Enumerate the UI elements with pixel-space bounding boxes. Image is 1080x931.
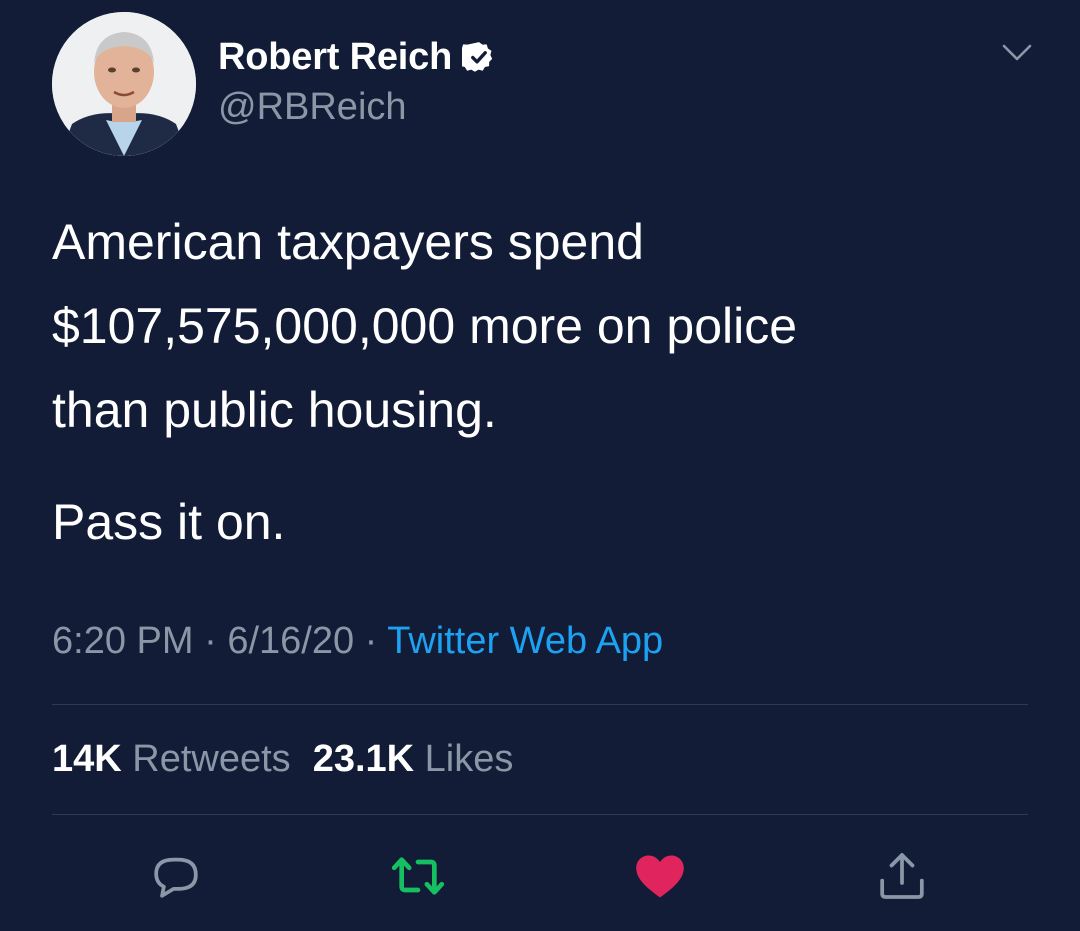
tweet-meta: 6:20 PM · 6/16/20 · Twitter Web App	[52, 620, 663, 663]
likes-count: 23.1K	[312, 738, 415, 780]
likes-label: Likes	[424, 738, 514, 780]
author-handle[interactable]: @RBReich	[218, 86, 407, 129]
likes-stat[interactable]: 23.1K Likes	[313, 738, 514, 780]
verified-badge-icon	[462, 42, 493, 72]
share-button[interactable]	[874, 848, 930, 904]
retweets-label: Retweets	[132, 738, 291, 780]
chevron-down-icon[interactable]	[1001, 42, 1033, 64]
retweet-button[interactable]	[390, 848, 446, 904]
reply-icon	[154, 857, 198, 898]
tweet-paragraph-1: American taxpayers spend $107,575,000,00…	[52, 200, 1042, 452]
tweet-line: than public housing.	[52, 382, 497, 438]
retweet-icon	[391, 857, 445, 895]
retweets-count: 14K	[52, 738, 122, 780]
retweets-stat[interactable]: 14K Retweets	[52, 738, 291, 780]
like-icon	[636, 855, 684, 898]
share-icon	[880, 853, 924, 899]
tweet-line: $107,575,000,000 more on police	[52, 298, 798, 354]
author-name[interactable]: Robert Reich	[218, 36, 452, 79]
meta-separator: ·	[364, 620, 378, 662]
tweet-date[interactable]: 6/16/20	[227, 620, 354, 662]
tweet-source-link[interactable]: Twitter Web App	[387, 620, 663, 662]
tweet-text: American taxpayers spend $107,575,000,00…	[52, 200, 1042, 564]
divider	[52, 814, 1028, 815]
reply-button[interactable]	[148, 848, 204, 904]
author-name-row[interactable]: Robert Reich	[218, 34, 496, 80]
like-button[interactable]	[632, 848, 688, 904]
tweet-time[interactable]: 6:20 PM	[52, 620, 194, 662]
avatar[interactable]	[52, 12, 196, 156]
tweet-stats: 14K Retweets 23.1K Likes	[52, 738, 513, 781]
profile-photo	[52, 12, 196, 156]
tweet-paragraph-2: Pass it on.	[52, 494, 286, 550]
meta-separator: ·	[204, 620, 217, 662]
tweet-line: American taxpayers spend	[52, 214, 644, 270]
divider	[52, 704, 1028, 705]
